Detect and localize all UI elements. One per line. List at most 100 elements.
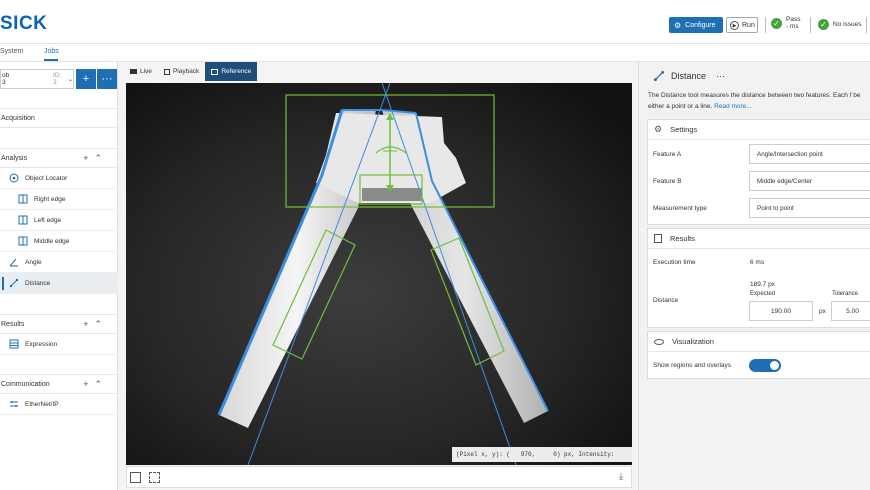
section-acquisition[interactable]: Acquisition: [0, 108, 118, 128]
section-results[interactable]: Results +⌃: [0, 314, 118, 334]
main-nav: System Jobs: [0, 44, 870, 62]
pass-time: - ms: [786, 23, 799, 30]
distance-label: Distance: [653, 297, 679, 304]
configure-icon: ⚙: [674, 20, 682, 30]
tree-item-left-edge[interactable]: Left edge: [0, 210, 118, 231]
job-menu-button[interactable]: ···: [97, 69, 117, 89]
top-bar: SICK ⚙ Configure ▶ Run ✓ Pass - ms ✓ No …: [0, 0, 870, 44]
tree-item-object-locator[interactable]: Object Locator: [0, 168, 118, 189]
item-label: EtherNet/IP: [25, 400, 59, 408]
measurement-type-select[interactable]: Point to point: [749, 198, 870, 218]
pass-label: Pass: [786, 16, 801, 23]
feature-b-select[interactable]: Middle edge/Center: [749, 171, 870, 191]
job-select[interactable]: ob 3 ID: 3 ⌄: [0, 69, 74, 89]
run-label: Run: [742, 21, 755, 29]
fullscreen-icon[interactable]: [149, 472, 160, 483]
edge-icon: [18, 236, 28, 246]
fit-icon[interactable]: [130, 472, 141, 483]
expected-label: Expected: [750, 291, 776, 297]
properties-panel: Distance ··· The Distance tool measures …: [638, 62, 870, 490]
add-icon[interactable]: +: [83, 319, 94, 329]
tolerance-input[interactable]: 5.00: [831, 301, 870, 321]
add-icon[interactable]: +: [83, 379, 94, 389]
section-label: Communication: [1, 380, 50, 388]
tree-item-ethernet-ip[interactable]: EtherNet/IP: [0, 394, 118, 415]
more-icon[interactable]: ···: [716, 71, 725, 81]
collapse-icon[interactable]: ⌃: [94, 153, 108, 163]
divider: [765, 17, 766, 33]
feature-a-select[interactable]: Angle/Intersection point: [749, 144, 870, 164]
active-tab-indicator: [44, 59, 58, 61]
tab-label: Playback: [172, 68, 200, 75]
tab-live[interactable]: Live: [124, 62, 158, 81]
check-icon: ✓: [818, 19, 829, 30]
expression-icon: [9, 339, 19, 349]
tool-tree-panel: ob 3 ID: 3 ⌄ + ··· Acquisition Analysis …: [0, 62, 118, 490]
section-label: Analysis: [1, 154, 28, 162]
job-name: ob 3: [2, 72, 10, 86]
tab-jobs[interactable]: Jobs: [44, 48, 59, 55]
check-icon: ✓: [771, 17, 782, 29]
section-communication[interactable]: Communication +⌃: [0, 374, 118, 394]
pass-status: ✓ Pass - ms: [771, 16, 800, 30]
tab-label: Reference: [221, 68, 252, 75]
item-label: Middle edge: [34, 237, 70, 245]
tree-item-right-edge[interactable]: Right edge: [0, 189, 118, 210]
tab-label: Live: [140, 68, 152, 75]
visualization-title: Visualization: [672, 337, 714, 346]
reference-image[interactable]: [126, 83, 632, 465]
unit-label: px: [819, 308, 826, 315]
item-label: Distance: [25, 279, 51, 287]
divider: [866, 17, 867, 33]
read-more-link[interactable]: Read more...: [714, 103, 752, 110]
tool-description: The Distance tool measures the distance …: [648, 90, 870, 112]
feature-a-label: Feature A: [653, 151, 682, 158]
play-icon: ▶: [730, 20, 739, 30]
section-analysis[interactable]: Analysis +⌃: [0, 148, 118, 168]
section-actions: +⌃: [83, 319, 108, 330]
run-button[interactable]: ▶ Run: [726, 17, 758, 33]
show-overlays-toggle[interactable]: [749, 359, 781, 372]
issues-label: No issues: [833, 21, 862, 28]
visualization-header[interactable]: Visualization: [648, 332, 870, 352]
tolerance-label: Tolerance: [832, 291, 859, 297]
distance-icon: [9, 278, 19, 288]
viewer-toolbar: ⤓: [126, 466, 632, 488]
item-label: Angle: [25, 258, 42, 266]
chevron-down-icon: ⌄: [67, 76, 73, 83]
pixel-readout: (Pixel x, y): ( 970, 0) px, Intensity: 4…: [452, 447, 632, 462]
angle-icon: [9, 258, 18, 267]
measurement-type-label: Measurement type: [653, 205, 707, 212]
collapse-icon[interactable]: ⌃: [94, 319, 108, 329]
tree-item-angle[interactable]: Angle: [0, 252, 118, 273]
tab-reference[interactable]: Reference: [205, 62, 258, 81]
tool-title-label: Distance: [671, 71, 707, 81]
exec-time-label: Execution time: [653, 259, 696, 266]
tree-item-expression[interactable]: Expression: [0, 334, 118, 355]
download-icon[interactable]: ⤓: [619, 471, 623, 482]
item-label: Left edge: [34, 216, 62, 224]
object-locator-icon: [9, 173, 19, 183]
configure-button[interactable]: ⚙ Configure: [669, 17, 723, 33]
sick-logo: SICK: [0, 13, 48, 34]
results-header[interactable]: Results: [648, 229, 870, 249]
exec-time-value: 6 ms: [750, 259, 765, 266]
tree-item-middle-edge[interactable]: Middle edge: [0, 231, 118, 252]
settings-title: Settings: [670, 125, 698, 134]
add-job-button[interactable]: +: [76, 69, 96, 89]
expected-input[interactable]: 190.00: [749, 301, 813, 321]
camera-icon: [130, 69, 137, 74]
divider: [810, 17, 811, 33]
visualization-card: Visualization Show regions and overlays: [647, 331, 870, 379]
tab-playback[interactable]: Playback: [157, 62, 206, 81]
section-actions: +⌃: [83, 379, 108, 390]
collapse-icon[interactable]: ⌃: [94, 379, 108, 389]
settings-header[interactable]: ⚙ Settings: [648, 120, 870, 140]
results-card: Results Execution time 6 ms 189.7 px Dis…: [647, 228, 870, 328]
view-tabs: Live Playback Reference: [124, 62, 258, 81]
tree-item-distance[interactable]: Distance: [0, 273, 118, 294]
add-icon[interactable]: +: [83, 153, 94, 163]
image-viewer[interactable]: (Pixel x, y): ( 970, 0) px, Intensity: 4…: [126, 83, 632, 465]
results-icon: [654, 234, 662, 243]
tab-system[interactable]: System: [0, 48, 23, 55]
